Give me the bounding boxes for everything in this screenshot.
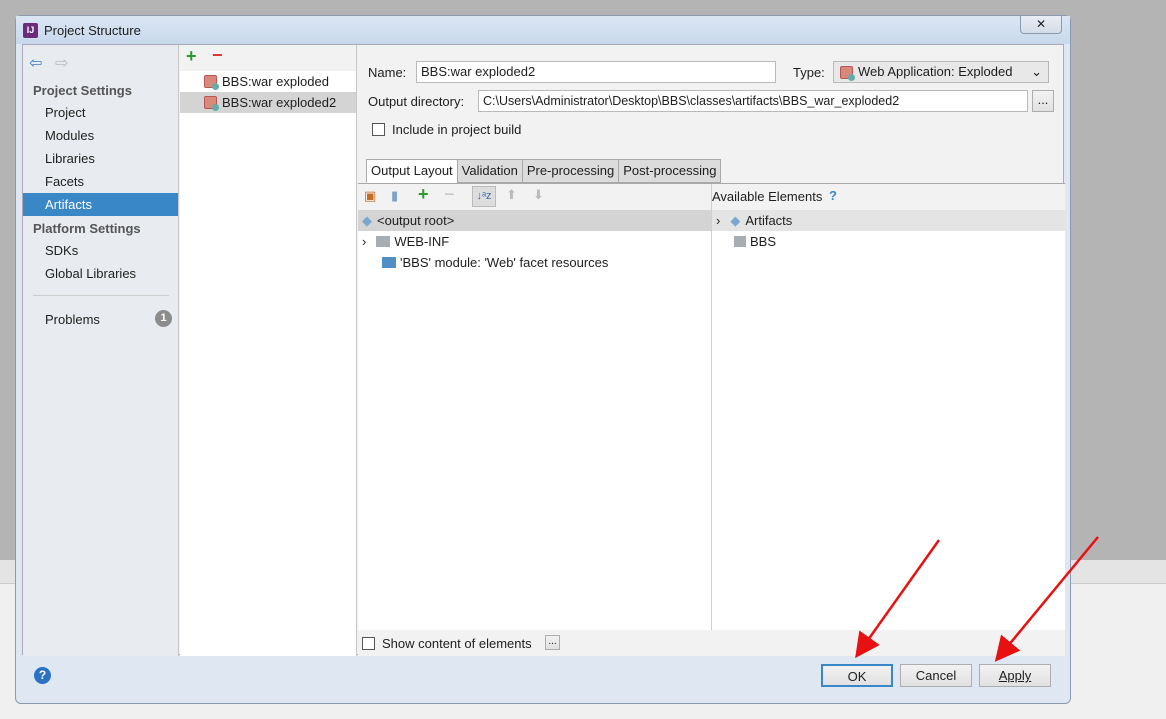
war-artifact-icon (840, 66, 855, 81)
title-bar: IJ Project Structure ✕ (16, 16, 1070, 44)
sidebar-item-global-libraries[interactable]: Global Libraries (23, 262, 178, 285)
artifact-item[interactable]: BBS:war exploded (180, 71, 356, 92)
help-icon[interactable]: ? (829, 188, 837, 203)
chevron-down-icon: ⌄ (1031, 64, 1042, 79)
type-label: Type: (793, 65, 825, 80)
war-artifact-icon (204, 75, 219, 90)
dialog-footer: ? OK Cancel Apply (22, 655, 1064, 700)
tree-item-web-inf[interactable]: › WEB-INF (362, 231, 449, 252)
sidebar-item-artifacts[interactable]: Artifacts (23, 193, 178, 216)
artifact-label: BBS:war exploded (222, 74, 329, 89)
add-copy-icon[interactable]: + (418, 184, 429, 205)
tree-label: WEB-INF (394, 234, 450, 249)
remove-icon[interactable]: − (444, 184, 455, 205)
cancel-button[interactable]: Cancel (900, 664, 972, 687)
available-item-artifacts[interactable]: › ◆ Artifacts (712, 210, 1065, 231)
artifact-label: BBS:war exploded2 (222, 95, 337, 110)
available-label: BBS (750, 234, 777, 249)
sidebar-item-modules[interactable]: Modules (23, 124, 178, 147)
expand-chevron-icon[interactable]: › (716, 213, 720, 228)
ok-button[interactable]: OK (821, 664, 893, 687)
sidebar-item-project[interactable]: Project (23, 101, 178, 124)
war-artifact-icon (204, 96, 219, 111)
tab-post-processing[interactable]: Post-processing (618, 159, 722, 183)
output-root-icon: ◆ (362, 213, 372, 228)
show-content-label: Show content of elements (382, 636, 532, 651)
tree-item-output-root[interactable]: ◆ <output root> (358, 210, 711, 231)
tree-label: <output root> (377, 213, 455, 228)
remove-icon[interactable]: − (212, 45, 223, 66)
web-facet-icon (382, 257, 396, 268)
tab-bar: Output Layout Validation Pre-processing … (366, 159, 722, 183)
include-in-build-checkbox[interactable] (372, 123, 385, 136)
archive-icon[interactable]: ▮ (391, 188, 398, 204)
help-button[interactable]: ? (34, 667, 51, 684)
name-label: Name: (368, 65, 407, 80)
platform-settings-header: Platform Settings (33, 221, 141, 236)
available-elements-header: Available Elements ? (711, 184, 1065, 210)
available-elements-title: Available Elements (712, 189, 823, 204)
browse-button[interactable]: ... (1032, 90, 1054, 112)
module-icon (734, 236, 746, 247)
create-directory-icon[interactable]: ▣ (364, 188, 376, 204)
sidebar-item-libraries[interactable]: Libraries (23, 147, 178, 170)
artifacts-icon: ◆ (730, 213, 741, 228)
back-arrow-icon[interactable]: ⇦ (29, 53, 42, 73)
available-item-bbs[interactable]: BBS (734, 231, 776, 252)
artifact-item-selected[interactable]: BBS:war exploded2 (180, 92, 356, 113)
expand-chevron-icon[interactable]: › (362, 234, 366, 249)
add-icon[interactable]: + (186, 46, 197, 67)
include-in-build-label: Include in project build (392, 122, 522, 137)
tree-label: 'BBS' module: 'Web' facet resources (400, 255, 609, 270)
output-layout-panel: ▣ ▮ + − ↓ᵃz ⬆ ⬇ Available Elements ? ◆ <o… (358, 183, 1065, 631)
move-up-icon[interactable]: ⬆ (506, 187, 517, 203)
name-input[interactable]: BBS:war exploded2 (416, 61, 776, 83)
sidebar-item-facets[interactable]: Facets (23, 170, 178, 193)
artifact-list: + − BBS:war exploded BBS:war exploded2 (180, 45, 357, 656)
folder-icon (376, 236, 391, 247)
output-directory-label: Output directory: (368, 94, 465, 109)
available-label: Artifacts (745, 213, 793, 228)
move-down-icon[interactable]: ⬇ (533, 187, 544, 203)
close-button[interactable]: ✕ (1020, 16, 1062, 34)
forward-arrow-icon[interactable]: ⇨ (55, 53, 68, 73)
sidebar-item-sdks[interactable]: SDKs (23, 239, 178, 262)
tree-item-facet-resources[interactable]: 'BBS' module: 'Web' facet resources (382, 252, 608, 273)
tab-validation[interactable]: Validation (456, 159, 523, 183)
layout-toolbar: ▣ ▮ + − ↓ᵃz ⬆ ⬇ (358, 184, 711, 210)
splitter[interactable] (711, 184, 712, 631)
tab-pre-processing[interactable]: Pre-processing (521, 159, 620, 183)
show-content-options-button[interactable]: ... (545, 635, 560, 650)
apply-button[interactable]: Apply (979, 664, 1051, 687)
sidebar: ⇦ ⇨ Project Settings Project Modules Lib… (23, 45, 179, 656)
output-directory-input[interactable]: C:\Users\Administrator\Desktop\BBS\class… (478, 90, 1028, 112)
problems-count-badge: 1 (155, 310, 172, 327)
divider (33, 295, 169, 296)
project-structure-dialog: IJ Project Structure ✕ ⇦ ⇨ Project Setti… (15, 15, 1071, 704)
intellij-icon: IJ (23, 23, 38, 38)
tab-output-layout[interactable]: Output Layout (366, 159, 458, 183)
project-settings-header: Project Settings (33, 83, 132, 98)
sort-icon[interactable]: ↓ᵃz (472, 186, 496, 207)
type-select[interactable]: Web Application: Exploded ⌄ (833, 61, 1049, 83)
artifact-settings: Name: BBS:war exploded2 Type: Web Applic… (358, 45, 1065, 656)
type-value: Web Application: Exploded (858, 64, 1013, 79)
window-title: Project Structure (44, 23, 141, 38)
show-content-checkbox[interactable] (362, 637, 375, 650)
